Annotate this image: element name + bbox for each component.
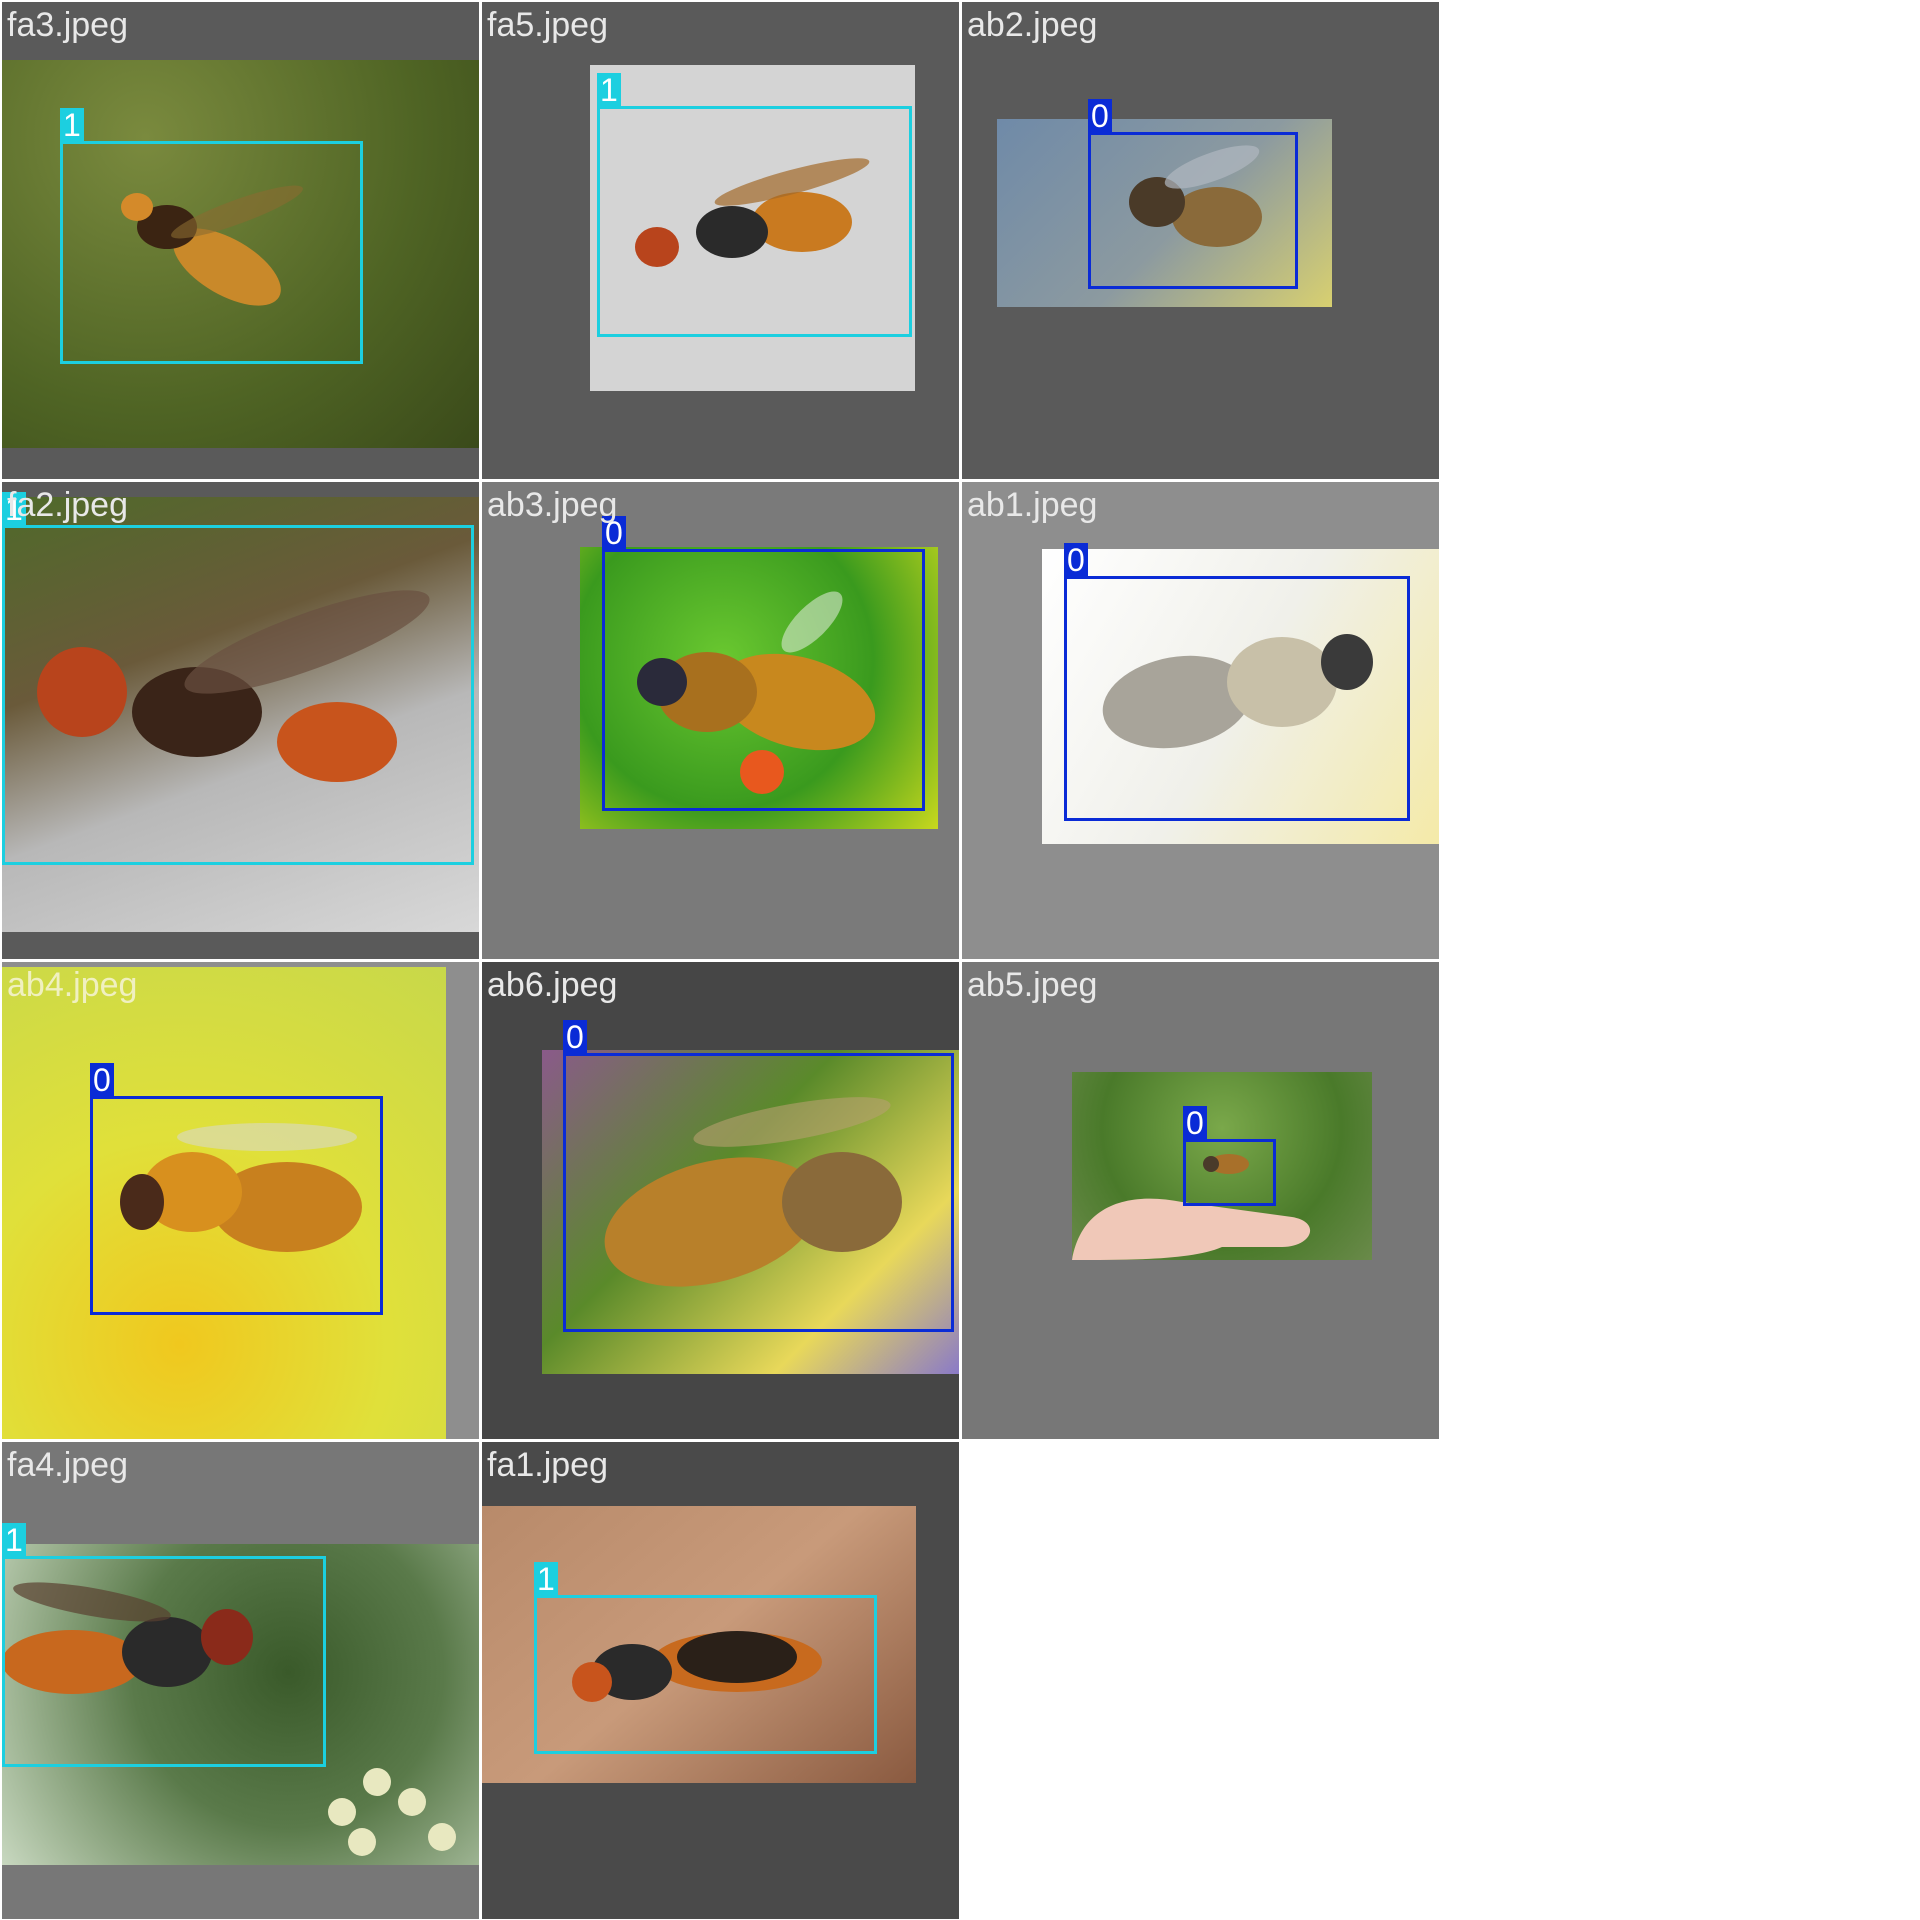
flower-buds-icon (328, 1768, 456, 1856)
bbox-class-1: 1 (2, 492, 474, 865)
tile-ab5[interactable]: 0 ab5.jpeg (962, 962, 1439, 1439)
filename-label: ab4.jpeg (7, 966, 138, 1004)
bbox-label: 0 (1183, 1106, 1207, 1140)
tile-ab2[interactable]: 0 ab2.jpeg (962, 2, 1439, 479)
bbox-label: 1 (2, 1523, 26, 1557)
filename-label: fa1.jpeg (487, 1446, 608, 1484)
tile-fa3[interactable]: 1 fa3.jpeg (2, 2, 479, 479)
bbox-class-0: 0 (1064, 543, 1410, 821)
bbox-class-0: 0 (90, 1063, 383, 1315)
bbox-class-1: 1 (597, 73, 912, 337)
bbox-class-1: 1 (534, 1562, 877, 1754)
bbox-class-0: 0 (563, 1020, 954, 1332)
tile-fa5[interactable]: 1 fa5.jpeg (482, 2, 959, 479)
bbox-class-1: 1 (60, 108, 363, 364)
image-grid: 1 fa3.jpeg 1 fa5.jpeg 0 ab2.jpeg 1 fa2.j… (0, 0, 1920, 1920)
bbox-label: 0 (1088, 99, 1112, 133)
bbox-label: 0 (1064, 543, 1088, 577)
tile-ab6[interactable]: 0 ab6.jpeg (482, 962, 959, 1439)
bbox-class-0: 0 (1183, 1106, 1276, 1206)
bbox-label: 0 (90, 1063, 114, 1097)
filename-label: ab2.jpeg (967, 6, 1098, 44)
filename-label: ab3.jpeg (487, 486, 618, 524)
tile-ab4[interactable]: 0 ab4.jpeg (2, 962, 479, 1439)
bbox-label: 0 (563, 1020, 587, 1054)
bbox-class-1: 1 (2, 1523, 326, 1767)
filename-label: fa4.jpeg (7, 1446, 128, 1484)
tile-fa4[interactable]: 1 fa4.jpeg (2, 1442, 479, 1919)
filename-label: fa5.jpeg (487, 6, 608, 44)
tile-fa1[interactable]: 1 fa1.jpeg (482, 1442, 959, 1919)
tile-ab3[interactable]: 0 ab3.jpeg (482, 482, 959, 959)
bbox-label: 1 (60, 108, 84, 142)
bbox-label: 1 (597, 73, 621, 107)
filename-label: ab5.jpeg (967, 966, 1098, 1004)
bbox-label: 1 (534, 1562, 558, 1596)
tile-ab1[interactable]: 0 ab1.jpeg (962, 482, 1439, 959)
filename-label: ab1.jpeg (967, 486, 1098, 524)
bbox-class-0: 0 (1088, 99, 1298, 289)
filename-label: fa3.jpeg (7, 6, 128, 44)
filename-label: fa2.jpeg (7, 486, 128, 524)
filename-label: ab6.jpeg (487, 966, 618, 1004)
bbox-class-0: 0 (602, 516, 925, 811)
tile-fa2[interactable]: 1 fa2.jpeg (2, 482, 479, 959)
